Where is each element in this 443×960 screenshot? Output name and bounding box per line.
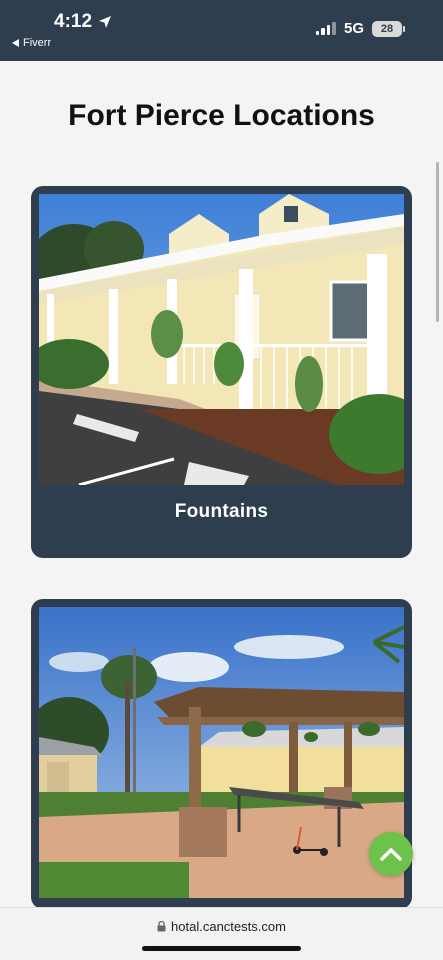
lock-icon	[157, 921, 166, 932]
status-bar: 4:12 Fiverr 5G 28	[0, 0, 443, 61]
browser-url-bar[interactable]: hotal.canctests.com	[0, 907, 443, 960]
clock: 4:12	[54, 11, 112, 33]
home-indicator[interactable]	[142, 946, 301, 951]
scroll-to-top-button[interactable]	[369, 832, 413, 876]
location-card-fountains[interactable]: Fountains	[31, 186, 412, 558]
fountains-photo	[39, 194, 404, 485]
back-app-label: Fiverr	[23, 37, 52, 49]
signal-icon	[315, 22, 336, 35]
battery-icon: 28	[372, 20, 405, 37]
location-arrow-icon	[99, 16, 112, 28]
url-text: hotal.canctests.com	[171, 919, 286, 934]
page-title: Fort Pierce Locations	[68, 99, 375, 132]
back-to-app-link[interactable]: Fiverr	[12, 37, 51, 49]
chevron-up-icon	[380, 848, 402, 861]
address-field[interactable]: hotal.canctests.com	[0, 919, 443, 934]
clock-text: 4:12	[54, 11, 93, 32]
pavilion-photo	[39, 607, 404, 898]
status-indicators: 5G 28	[315, 20, 405, 37]
battery-level: 28	[380, 22, 394, 35]
page-scrollbar[interactable]	[436, 162, 439, 322]
back-triangle-icon	[12, 39, 19, 47]
network-type: 5G	[343, 20, 364, 37]
card-title-fountains[interactable]: Fountains	[31, 501, 412, 523]
location-card-pavilion[interactable]	[31, 599, 412, 909]
